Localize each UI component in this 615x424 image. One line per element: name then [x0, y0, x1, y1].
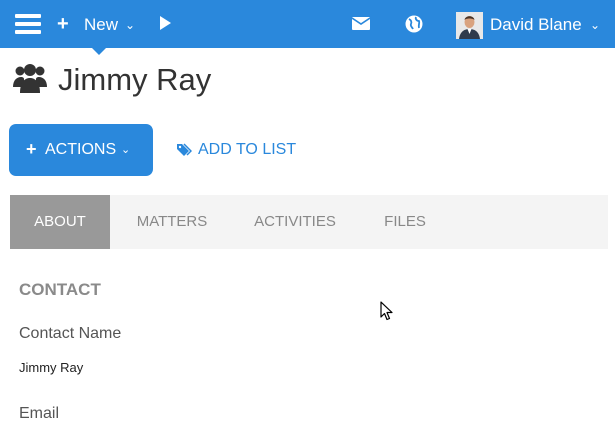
avatar[interactable] — [456, 12, 483, 39]
chevron-down-icon[interactable]: ⌄ — [590, 15, 600, 35]
top-navigation-bar: + New ⌄ David Blane ⌄ — [0, 0, 615, 48]
tags-icon — [177, 143, 193, 158]
chevron-down-icon: ⌄ — [121, 144, 131, 156]
menu-icon[interactable] — [15, 14, 41, 34]
mail-icon[interactable] — [351, 17, 371, 30]
plus-icon[interactable]: + — [57, 13, 69, 35]
new-menu-label[interactable]: New — [84, 14, 118, 36]
contact-name-value: Jimmy Ray — [19, 360, 84, 375]
play-icon[interactable] — [160, 16, 171, 30]
active-menu-pointer — [91, 47, 107, 55]
add-to-list-label: ADD TO LIST — [198, 141, 297, 158]
chevron-down-icon[interactable]: ⌄ — [125, 15, 135, 35]
tab-about[interactable]: ABOUT — [10, 195, 110, 249]
user-name[interactable]: David Blane — [490, 14, 582, 36]
tab-files[interactable]: FILES — [368, 195, 442, 249]
tab-matters[interactable]: MATTERS — [121, 195, 223, 249]
globe-icon[interactable] — [405, 15, 423, 33]
section-title: CONTACT — [19, 280, 101, 299]
contact-name-label: Contact Name — [19, 325, 122, 342]
page-title: Jimmy Ray — [58, 62, 212, 97]
users-icon — [13, 62, 47, 94]
plus-icon: + — [26, 139, 37, 159]
tab-bar: ABOUT MATTERS ACTIVITIES FILES — [10, 195, 608, 249]
actions-label: ACTIONS — [45, 141, 117, 158]
email-label: Email — [19, 405, 60, 422]
actions-button[interactable]: + ACTIONS ⌄ — [9, 124, 153, 176]
tab-activities[interactable]: ACTIVITIES — [246, 195, 344, 249]
mouse-cursor-icon — [380, 301, 394, 321]
